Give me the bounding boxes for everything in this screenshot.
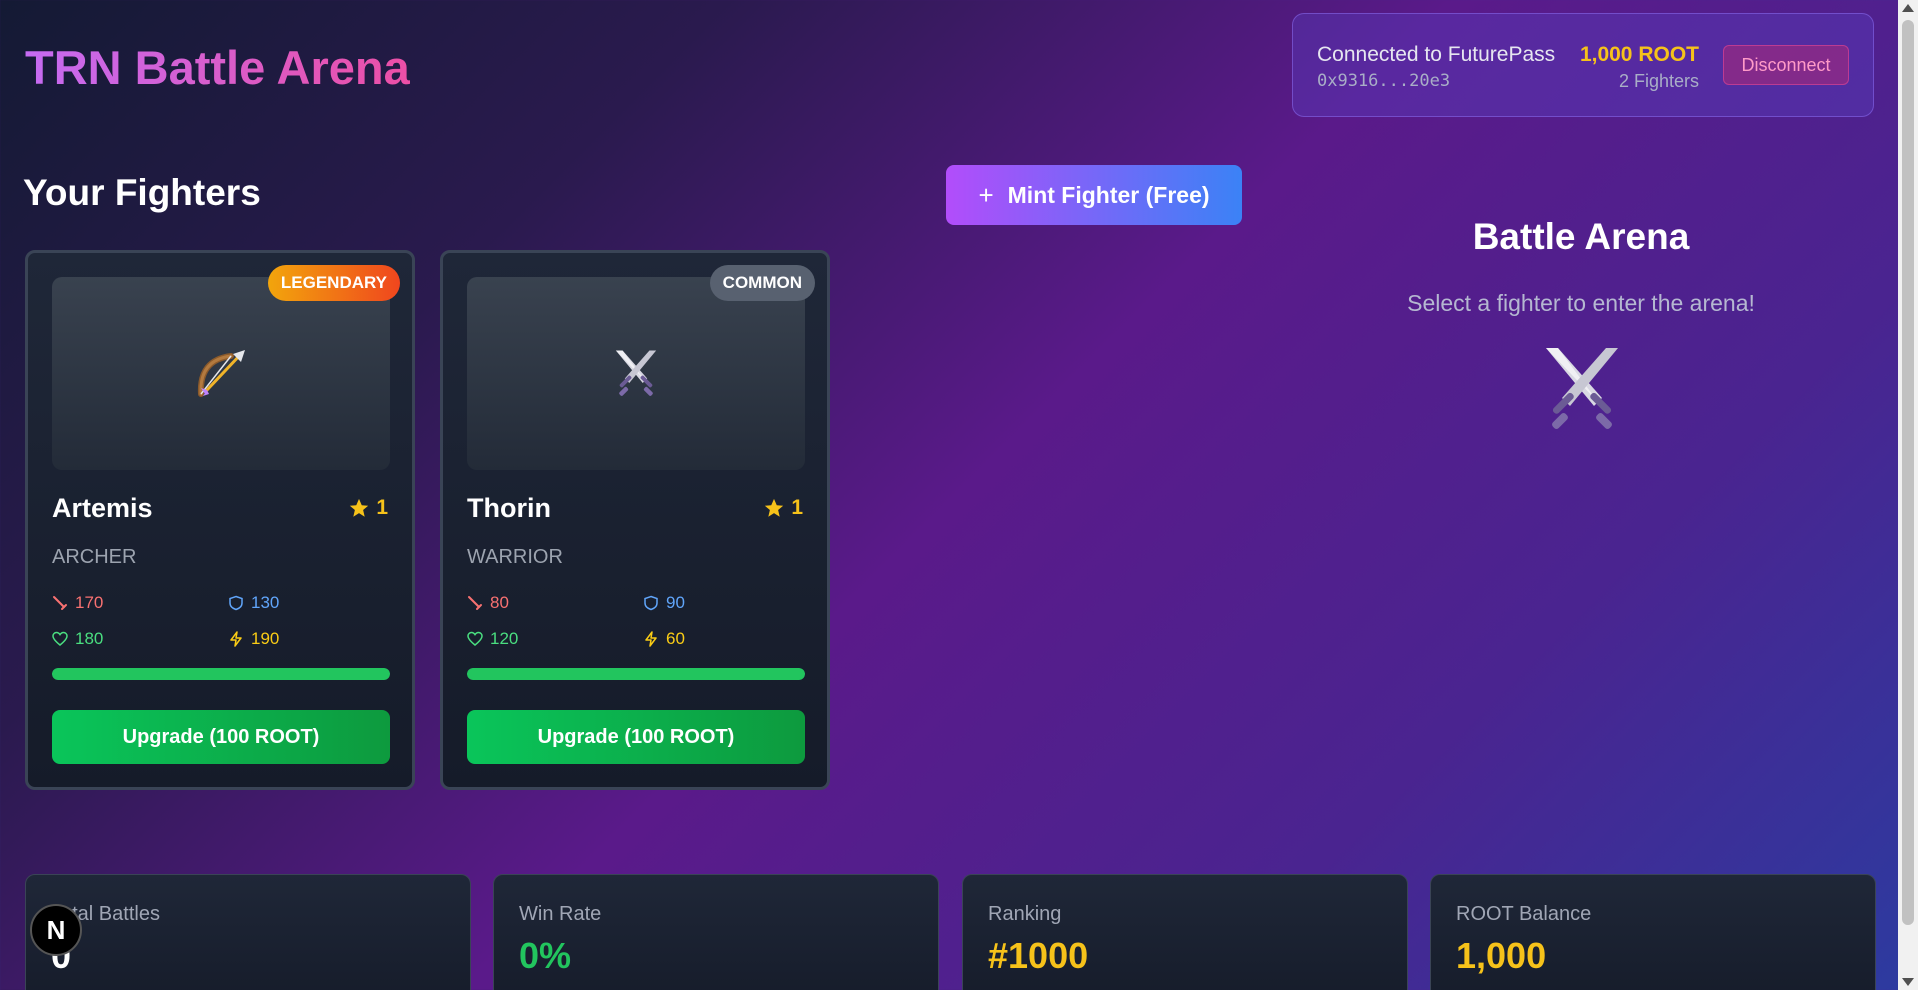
health-bar-fill	[52, 668, 390, 680]
fighter-level-value: 1	[376, 496, 388, 519]
stat-value: #1000	[988, 935, 1089, 976]
attack-value: 80	[490, 593, 509, 612]
stat-value: 1,000	[1456, 935, 1547, 976]
fighter-level-value: 1	[791, 496, 803, 519]
wallet-fighters-count: 2 Fighters	[1618, 71, 1699, 91]
sword-icon	[468, 596, 482, 610]
health-bar-fill	[467, 668, 805, 680]
scroll-up-arrow-icon[interactable]	[1902, 4, 1914, 12]
attack-stat: 170	[52, 593, 103, 613]
heart-icon	[52, 631, 68, 646]
mint-fighter-label: Mint Fighter (Free)	[1007, 181, 1210, 208]
fighter-image	[52, 277, 390, 470]
star-icon	[765, 498, 784, 517]
wallet-connected-label: Connected to FuturePass	[1317, 43, 1556, 66]
lightning-icon	[230, 631, 242, 647]
fighter-class: ARCHER	[52, 546, 137, 568]
fighter-level: 1	[348, 496, 388, 520]
disconnect-button[interactable]: Disconnect	[1723, 45, 1849, 85]
health-stat: 180	[52, 629, 103, 649]
speed-stat: 190	[228, 629, 279, 649]
stat-label: ROOT Balance	[1456, 903, 1592, 925]
lightning-icon	[645, 631, 657, 647]
defense-value: 130	[251, 593, 280, 612]
wallet-address: 0x9316...20e3	[1317, 71, 1451, 91]
shield-icon	[229, 595, 243, 611]
star-icon	[350, 498, 369, 517]
health-value: 120	[490, 629, 519, 648]
upgrade-button[interactable]: Upgrade (100 ROOT)	[52, 710, 390, 764]
fighter-name: Artemis	[52, 493, 153, 523]
stat-card-total-battles: Total Battles 0	[25, 874, 471, 990]
mint-fighter-button[interactable]: + Mint Fighter (Free)	[946, 165, 1242, 225]
stat-label: Ranking	[988, 903, 1062, 925]
crossed-swords-icon	[1546, 348, 1618, 429]
speed-value: 190	[251, 629, 280, 648]
attack-stat: 80	[467, 593, 509, 613]
fighter-card-thorin[interactable]: COMMON Thorin 1 WARRIOR 80 90 120 60 Upg…	[440, 250, 830, 790]
arena-title: Battle Arena	[1472, 216, 1690, 257]
scrollbar-thumb[interactable]	[1902, 20, 1914, 925]
fighter-image	[467, 277, 805, 470]
health-value: 180	[75, 629, 104, 648]
scroll-down-arrow-icon[interactable]	[1902, 978, 1914, 986]
defense-stat: 90	[643, 593, 685, 613]
attack-value: 170	[75, 593, 104, 612]
health-bar	[52, 668, 390, 680]
upgrade-button[interactable]: Upgrade (100 ROOT)	[467, 710, 805, 764]
arena-subtitle: Select a fighter to enter the arena!	[1407, 290, 1755, 316]
stat-card-ranking: Ranking #1000	[962, 874, 1408, 990]
fighters-section-title: Your Fighters	[23, 172, 261, 213]
stat-label: Win Rate	[519, 903, 602, 925]
health-stat: 120	[467, 629, 518, 649]
speed-stat: 60	[643, 629, 685, 649]
rarity-badge: COMMON	[709, 265, 815, 301]
sword-icon	[53, 596, 67, 610]
wallet-panel: Connected to FuturePass 0x9316...20e3 1,…	[1292, 13, 1874, 117]
app-title: TRN Battle Arena	[25, 41, 410, 94]
rarity-badge: LEGENDARY	[267, 265, 400, 301]
speed-value: 60	[666, 629, 685, 648]
stat-value: 0%	[519, 935, 572, 976]
fighter-class: WARRIOR	[467, 546, 563, 568]
fighter-name: Thorin	[467, 493, 551, 523]
stat-card-win-rate: Win Rate 0%	[493, 874, 939, 990]
heart-icon	[467, 631, 483, 646]
defense-stat: 130	[228, 593, 279, 613]
fighter-card-artemis[interactable]: LEGENDARY Artemis 1 ARCHER 170 130 180 1…	[25, 250, 415, 790]
nextjs-dev-badge[interactable]: N	[30, 904, 82, 956]
wallet-balance: 1,000 ROOT	[1579, 43, 1699, 66]
health-bar	[467, 668, 805, 680]
plus-icon: +	[978, 180, 994, 210]
bow-and-arrow-icon	[197, 349, 245, 397]
stat-card-root-balance: ROOT Balance 1,000	[1430, 874, 1876, 990]
fighter-level: 1	[763, 496, 803, 520]
vertical-scrollbar[interactable]	[1898, 0, 1918, 990]
crossed-swords-icon	[615, 349, 657, 396]
defense-value: 90	[666, 593, 685, 612]
shield-icon	[644, 595, 658, 611]
